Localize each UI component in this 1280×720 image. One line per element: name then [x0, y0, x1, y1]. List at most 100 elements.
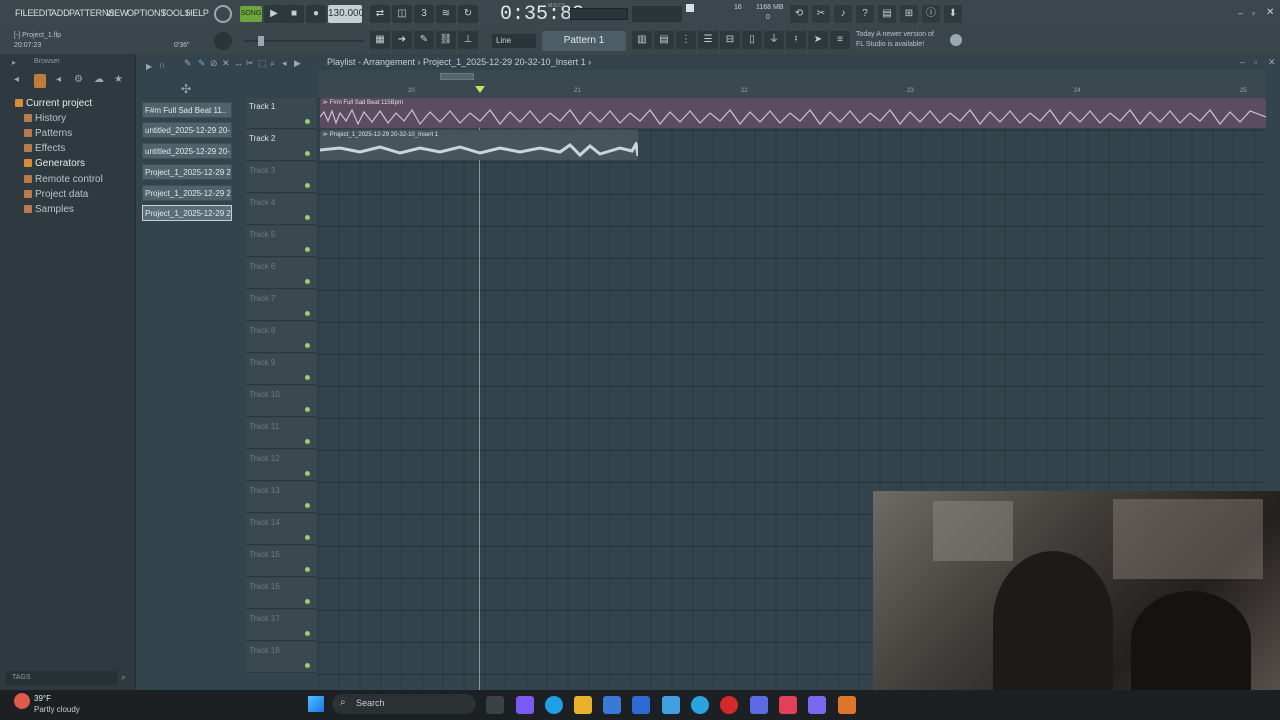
- overview-scrollbar[interactable]: [440, 73, 474, 80]
- news-icon[interactable]: [950, 34, 962, 46]
- track-enable-led[interactable]: [305, 215, 310, 220]
- link-icon[interactable]: ⛓: [436, 31, 456, 49]
- picker-play-icon[interactable]: ▶: [146, 62, 152, 71]
- track-header[interactable]: Track 11: [246, 418, 316, 449]
- slip-tool-icon[interactable]: ↔: [234, 58, 243, 68]
- menu-edit[interactable]: EDIT: [33, 8, 53, 18]
- select-tool-icon[interactable]: ⬚: [258, 58, 267, 69]
- save-icon[interactable]: ▤: [878, 5, 896, 23]
- track-header[interactable]: Track 16: [246, 578, 316, 609]
- app-icon[interactable]: [750, 696, 768, 714]
- zoom-handle-icon[interactable]: ✣: [181, 82, 191, 96]
- menu-add[interactable]: ADD: [51, 8, 70, 18]
- edge-icon[interactable]: [545, 696, 563, 714]
- telegram-icon[interactable]: [691, 696, 709, 714]
- mic-icon[interactable]: ♪: [834, 5, 852, 23]
- browser-tag-icon[interactable]: ⚙: [74, 74, 83, 85]
- pattern-item[interactable]: untitled_2025-12-29 20-..: [142, 122, 232, 138]
- loop-record-icon[interactable]: ↻: [458, 5, 478, 23]
- browser-back-icon[interactable]: ◂: [14, 74, 19, 85]
- browser-item-generators[interactable]: Generators: [24, 158, 85, 169]
- download-icon[interactable]: ⬇: [944, 5, 962, 23]
- track-enable-led[interactable]: [305, 279, 310, 284]
- app-icon[interactable]: [662, 696, 680, 714]
- copilot-icon[interactable]: [516, 696, 534, 714]
- pencil-icon[interactable]: ✎: [414, 31, 434, 49]
- track-enable-led[interactable]: [305, 631, 310, 636]
- plugin-icon[interactable]: ⊞: [900, 5, 918, 23]
- countdown-icon[interactable]: 3: [414, 5, 434, 23]
- track-header[interactable]: Track 4: [246, 194, 316, 225]
- step-edit-icon[interactable]: ≋: [436, 5, 456, 23]
- close-icon[interactable]: ✕: [1266, 7, 1274, 18]
- magnet-icon[interactable]: ∩: [159, 60, 165, 70]
- cut-icon[interactable]: ✂: [812, 5, 830, 23]
- opera-icon[interactable]: [720, 696, 738, 714]
- track-header[interactable]: Track 1: [246, 98, 316, 129]
- audio-clip[interactable]: ⊳ F#m Full Sad Beat 115Bpm: [320, 98, 1266, 128]
- audio-clip[interactable]: ⊳ Project_1_2025-12-29 20-32-10_Insert 1: [320, 130, 638, 160]
- playlist-view-icon[interactable]: ☰: [698, 31, 718, 49]
- timeline-ruler[interactable]: 20 21 22 23 24 25: [318, 70, 1266, 98]
- info-icon[interactable]: ⓘ: [922, 5, 940, 23]
- browser-item-remote-control[interactable]: Remote control: [24, 174, 103, 185]
- export-icon[interactable]: ➤: [808, 31, 828, 49]
- help-icon[interactable]: ?: [856, 5, 874, 23]
- slider-handle[interactable]: [258, 36, 264, 46]
- pattern-song-icon[interactable]: ⇄: [370, 5, 390, 23]
- playback-tool-icon[interactable]: ◂: [282, 58, 287, 69]
- track-enable-led[interactable]: [305, 343, 310, 348]
- slice-tool-icon[interactable]: ✂: [246, 58, 254, 69]
- paint-tool-icon[interactable]: ✎: [198, 58, 206, 69]
- master-volume-knob[interactable]: [214, 32, 232, 50]
- playlist-icon[interactable]: ▦: [370, 31, 390, 49]
- track-header[interactable]: Track 8: [246, 322, 316, 353]
- stop-icon[interactable]: ■: [284, 5, 304, 23]
- track-enable-led[interactable]: [305, 151, 310, 156]
- cloud-icon[interactable]: ☁: [94, 74, 104, 85]
- track-header[interactable]: Track 3: [246, 162, 316, 193]
- playlist-maximize-icon[interactable]: ▫: [1254, 57, 1257, 67]
- track-header[interactable]: Track 17: [246, 610, 316, 641]
- plugin-db-icon[interactable]: ▯: [742, 31, 762, 49]
- snap-select[interactable]: Line: [492, 34, 536, 48]
- pencil-tool-icon[interactable]: ✎: [184, 58, 192, 69]
- wait-record-icon[interactable]: ◫: [392, 5, 412, 23]
- track-header[interactable]: Track 9: [246, 354, 316, 385]
- stamp-icon[interactable]: ⊥: [458, 31, 478, 49]
- windows-start-icon[interactable]: [308, 696, 324, 712]
- taskbar-search[interactable]: ⌕ Search: [332, 694, 476, 714]
- browser-view-icon[interactable]: ◂: [56, 74, 61, 85]
- track-header[interactable]: Track 5: [246, 226, 316, 257]
- track-header[interactable]: Track 18: [246, 642, 316, 673]
- song-mode-button[interactable]: SONG: [240, 6, 262, 22]
- file-explorer-icon[interactable]: [574, 696, 592, 714]
- track-enable-led[interactable]: [305, 407, 310, 412]
- playhead-marker[interactable]: [475, 86, 485, 93]
- plug-icon[interactable]: ⏚: [764, 31, 784, 49]
- track-enable-led[interactable]: [305, 439, 310, 444]
- track-enable-led[interactable]: [305, 663, 310, 668]
- play-icon[interactable]: ▶: [264, 5, 284, 23]
- metronome-dial-icon[interactable]: [214, 5, 232, 23]
- tags-field[interactable]: TAGS: [6, 671, 118, 685]
- menu-view[interactable]: VIEW: [106, 8, 128, 18]
- zoom-tool-icon[interactable]: ⌕: [270, 58, 275, 69]
- task-view-icon[interactable]: [486, 696, 504, 714]
- pattern-item[interactable]: F#m Full Sad Beat 11..: [142, 102, 232, 118]
- pattern-item[interactable]: Project_1_2025-12-29 2..: [142, 185, 232, 201]
- track-enable-led[interactable]: [305, 535, 310, 540]
- weather-icon[interactable]: [14, 693, 30, 709]
- app-icon[interactable]: [779, 696, 797, 714]
- track-header[interactable]: Track 7: [246, 290, 316, 321]
- playlist-minimize-icon[interactable]: –: [1240, 57, 1245, 67]
- outlook-icon[interactable]: [632, 696, 650, 714]
- track-header[interactable]: Track 13: [246, 482, 316, 513]
- track-header[interactable]: Track 2: [246, 130, 316, 161]
- track-header[interactable]: Track 15: [246, 546, 316, 577]
- track-enable-led[interactable]: [305, 503, 310, 508]
- browser-item-history[interactable]: History: [24, 113, 66, 124]
- menu-help[interactable]: HELP: [186, 8, 209, 18]
- search-icon[interactable]: ⌕: [121, 672, 126, 683]
- browser-item-project-data[interactable]: Project data: [24, 189, 88, 200]
